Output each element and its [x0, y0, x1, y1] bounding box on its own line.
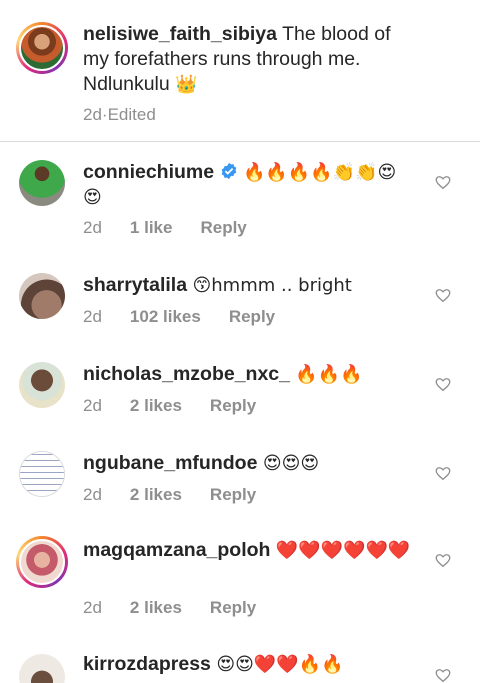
avatar[interactable] — [19, 451, 65, 497]
comment-item: kirrozdapress 😍😍❤️❤️🔥🔥 — [0, 652, 480, 683]
caption-text: nelisiwe_faith_sibiya The blood of my fo… — [83, 22, 413, 97]
reply-button[interactable]: Reply — [210, 396, 256, 416]
avatar[interactable] — [19, 160, 65, 206]
avatar[interactable] — [16, 536, 68, 588]
verified-badge-icon — [221, 162, 236, 180]
reply-button[interactable]: Reply — [210, 598, 256, 618]
comment-body: 😍😍❤️❤️🔥🔥 — [216, 654, 344, 675]
reply-button[interactable]: Reply — [200, 218, 246, 238]
caption-avatar[interactable] — [16, 22, 68, 74]
comment-text: sharrytalila 😙hmmm .. bright — [83, 273, 413, 298]
likes-count[interactable]: 102 likes — [130, 307, 201, 327]
caption-meta: 2d · Edited — [83, 105, 156, 125]
comment-meta: 2d 102 likes Reply — [83, 307, 275, 327]
avatar[interactable] — [19, 362, 65, 408]
heart-outline-icon[interactable] — [434, 551, 452, 569]
comment-time: 2d — [83, 218, 102, 237]
caption-time: 2d — [83, 105, 102, 124]
crown-emoji: 👑 — [175, 74, 198, 95]
comment-meta: 2d 2 likes Reply — [83, 485, 256, 505]
likes-count[interactable]: 1 like — [130, 218, 173, 238]
comment-text: magqamzana_poloh ❤️❤️❤️❤️❤️❤️ — [83, 538, 413, 563]
avatar[interactable] — [19, 654, 65, 683]
reply-button[interactable]: Reply — [229, 307, 275, 327]
avatar[interactable] — [19, 273, 65, 319]
comment-username[interactable]: kirrozdapress — [83, 653, 211, 675]
divider — [0, 141, 480, 142]
likes-count[interactable]: 2 likes — [130, 396, 182, 416]
comment-time: 2d — [83, 598, 102, 617]
comment-body: 😙hmmm .. bright — [192, 275, 352, 296]
comment-meta: 2d 2 likes Reply — [83, 396, 256, 416]
likes-count[interactable]: 2 likes — [130, 598, 182, 618]
post-caption: nelisiwe_faith_sibiya The blood of my fo… — [0, 0, 480, 141]
reply-button[interactable]: Reply — [210, 485, 256, 505]
comment-body: ❤️❤️❤️❤️❤️❤️ — [275, 540, 411, 561]
comment-body: 😍😍😍 — [262, 453, 320, 474]
likes-count[interactable]: 2 likes — [130, 485, 182, 505]
caption-edited: Edited — [107, 105, 156, 124]
comment-text: kirrozdapress 😍😍❤️❤️🔥🔥 — [83, 652, 413, 677]
comment-meta: 2d 2 likes Reply — [83, 598, 256, 618]
comment-time: 2d — [83, 396, 102, 415]
comment-time: 2d — [83, 307, 102, 326]
heart-outline-icon[interactable] — [434, 173, 452, 191]
comment-username[interactable]: ngubane_mfundoe — [83, 452, 257, 474]
heart-outline-icon[interactable] — [434, 286, 452, 304]
heart-outline-icon[interactable] — [434, 464, 452, 482]
comment-username[interactable]: nicholas_mzobe_nxc_ — [83, 363, 290, 385]
caption-username[interactable]: nelisiwe_faith_sibiya — [83, 23, 277, 45]
comment-username[interactable]: magqamzana_poloh — [83, 539, 270, 561]
comment-time: 2d — [83, 485, 102, 504]
comment-text: ngubane_mfundoe 😍😍😍 — [83, 451, 413, 476]
heart-outline-icon[interactable] — [434, 666, 452, 683]
comment-username[interactable]: sharrytalila — [83, 274, 187, 296]
comment-meta: 2d 1 like Reply — [83, 218, 247, 238]
comment-text: nicholas_mzobe_nxc_ 🔥🔥🔥 — [83, 362, 413, 387]
comment-username[interactable]: conniechiume — [83, 161, 214, 183]
comment-text: conniechiume 🔥🔥🔥🔥👏👏😍😍 — [83, 160, 413, 210]
comment-body: 🔥🔥🔥 — [295, 364, 363, 385]
heart-outline-icon[interactable] — [434, 375, 452, 393]
